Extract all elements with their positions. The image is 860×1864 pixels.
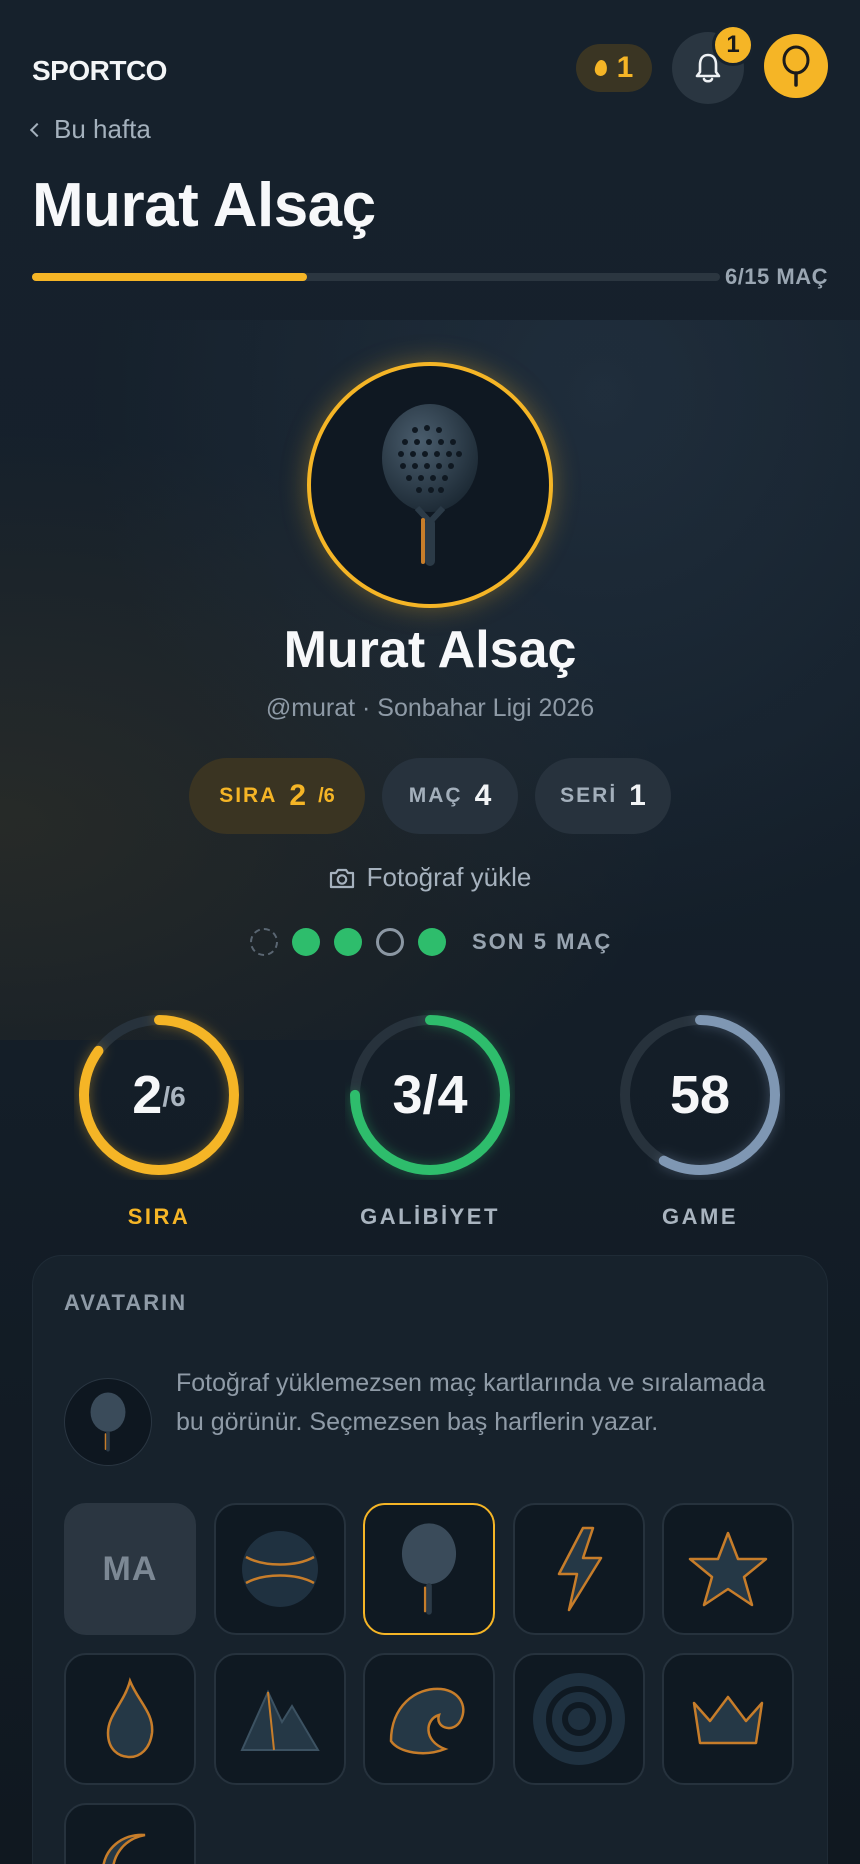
avatar-option-moon[interactable]: [64, 1803, 196, 1864]
stat-rank-value: 2: [132, 1065, 163, 1125]
form-dot-win: [334, 928, 362, 956]
avatar-option-star[interactable]: [662, 1503, 794, 1635]
upload-photo-label: Fotoğraf yükle: [366, 862, 532, 892]
player-profile-page: SPORTCO 1 1 Bu hafta Murat Alsaç 6/15 MA…: [0, 0, 860, 1864]
season-progress-fill: [32, 273, 308, 281]
streak-count: 1: [616, 51, 634, 84]
form-dot-win: [418, 928, 446, 956]
stat-wins-label: GALİBİYET: [360, 1204, 500, 1229]
streak-pill-value: 1: [629, 779, 646, 812]
form-dot-pending: [250, 928, 278, 956]
lightning-bolt-icon: [557, 1526, 603, 1612]
target-icon: [533, 1673, 625, 1765]
player-subtitle: @murat · Sonbahar Ligi 2026: [265, 694, 595, 722]
matches-pill-value: 4: [474, 779, 492, 812]
star-icon: [688, 1531, 768, 1607]
avatar-option-wave[interactable]: [363, 1653, 495, 1785]
stat-wins-value: 3/4: [392, 1065, 468, 1125]
stat-games: 58 GAME: [615, 1010, 785, 1230]
streak-pill: SERİ 1: [535, 758, 671, 834]
wave-icon: [389, 1687, 465, 1755]
camera-icon: [329, 868, 354, 888]
stat-wins: 3/4 GALİBİYET: [345, 1010, 515, 1230]
recent-form: SON 5 MAÇ: [250, 928, 612, 956]
avatar-option-ball[interactable]: [214, 1503, 346, 1635]
padel-racket-icon: [382, 404, 478, 566]
back-link[interactable]: Bu hafta: [29, 114, 151, 145]
avatar-option-initials[interactable]: MA: [64, 1503, 196, 1635]
stat-games-value: 58: [669, 1065, 731, 1125]
season-progress-label: 6/15 MAÇ: [724, 264, 828, 289]
chevron-left-icon: [29, 122, 45, 137]
avatar-option-crown[interactable]: [662, 1653, 794, 1785]
avatar-option-flame[interactable]: [64, 1653, 196, 1785]
upload-photo-button[interactable]: Fotoğraf yükle: [0, 862, 860, 893]
matches-pill: MAÇ 4: [382, 758, 518, 834]
ball-icon: [242, 1531, 318, 1607]
mountain-icon: [240, 1689, 320, 1751]
profile-menu-button[interactable]: [764, 34, 828, 98]
recent-form-label: SON 5 MAÇ: [472, 929, 613, 954]
season-progress-bar: [32, 273, 720, 281]
notification-count-badge: 1: [712, 24, 754, 66]
stat-rank: 2/6 SIRA: [74, 1010, 244, 1230]
matches-pill-label: MAÇ: [408, 784, 463, 807]
brand-logo[interactable]: SPORTCO: [32, 55, 167, 87]
form-dot-loss: [376, 928, 404, 956]
rank-pill-label: SIRA: [219, 784, 278, 807]
padel-racket-icon: [90, 1392, 126, 1452]
stat-games-label: GAME: [662, 1204, 738, 1229]
rank-pill-suffix: /6: [318, 784, 335, 807]
stat-rank-label: SIRA: [127, 1204, 191, 1229]
streak-badge[interactable]: 1: [576, 44, 652, 92]
racket-icon: [782, 45, 810, 87]
avatar-option-target[interactable]: [513, 1653, 645, 1785]
profile-avatar[interactable]: [307, 362, 553, 608]
moon-icon: [102, 1833, 146, 1864]
crown-icon: [692, 1695, 764, 1745]
back-label: Bu hafta: [54, 114, 151, 144]
player-name: Murat Alsaç: [283, 621, 577, 679]
padel-racket-icon: [401, 1523, 457, 1615]
page-title: Murat Alsaç: [32, 171, 376, 240]
avatar-option-bolt[interactable]: [513, 1503, 645, 1635]
streak-pill-label: SERİ: [560, 784, 618, 807]
flame-icon: [106, 1677, 154, 1759]
stat-rank-suffix: /6: [162, 1081, 186, 1112]
avatar-option-racket[interactable]: [363, 1503, 495, 1635]
avatar-description: Fotoğraf yüklemezsen maç kartlarında ve …: [176, 1369, 766, 1436]
rank-pill-value: 2: [289, 779, 307, 812]
flame-icon: [593, 59, 608, 77]
rank-pill: SIRA 2 /6: [189, 758, 365, 834]
avatar-card-title: AVATARIN: [64, 1290, 188, 1315]
form-dot-win: [292, 928, 320, 956]
avatar-option-mountain[interactable]: [214, 1653, 346, 1785]
avatar-preview: [64, 1378, 152, 1466]
